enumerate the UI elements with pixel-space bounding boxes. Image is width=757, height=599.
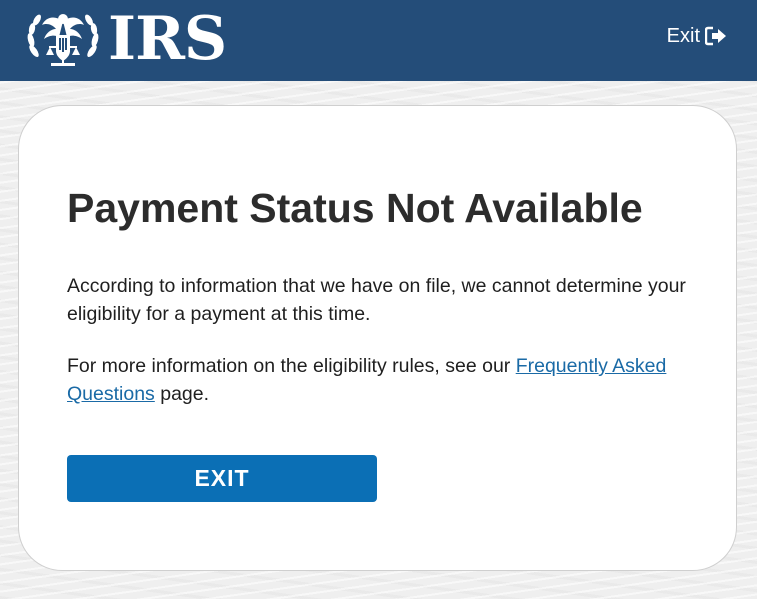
sign-out-icon — [705, 26, 726, 46]
exit-button[interactable]: EXIT — [67, 455, 377, 502]
irs-eagle-icon — [27, 14, 99, 66]
faq-message-tail: page. — [154, 383, 210, 405]
faq-message-lead: For more information on the eligibility … — [67, 355, 516, 377]
status-card: Payment Status Not Available According t… — [18, 105, 737, 571]
page-title: Payment Status Not Available — [67, 185, 643, 231]
status-message: According to information that we have on… — [67, 275, 686, 325]
logo-wordmark: IRS — [108, 4, 227, 74]
irs-logo[interactable]: IRS — [24, 4, 227, 74]
header-exit-label: Exit — [666, 24, 700, 47]
faq-message: For more information on the eligibility … — [67, 352, 707, 408]
header-exit-link[interactable]: Exit — [667, 22, 727, 50]
site-header: IRS Exit — [0, 0, 757, 81]
